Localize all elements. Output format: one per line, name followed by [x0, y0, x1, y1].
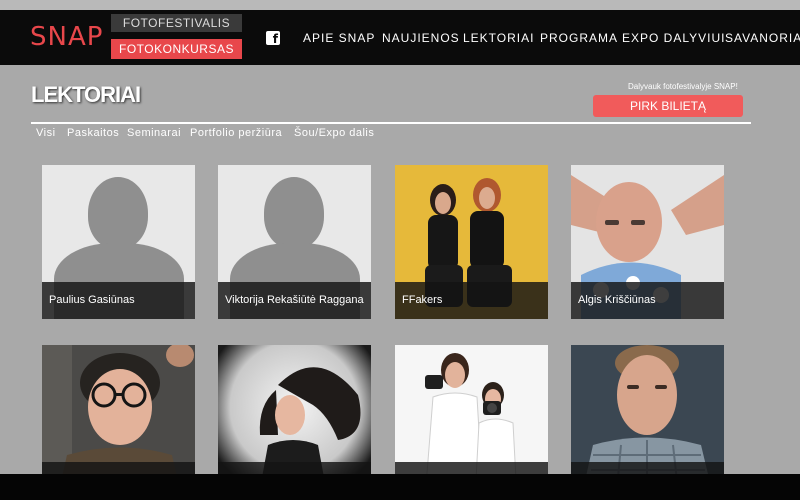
nav-savanoriai[interactable]: SAVANORIAI	[725, 31, 800, 47]
festival-tab[interactable]: FOTOFESTIVALIS	[111, 14, 242, 32]
logo-letter: P	[86, 22, 104, 52]
filter-lectures[interactable]: Paskaitos	[67, 127, 119, 139]
nav-programa[interactable]: PROGRAMA	[540, 31, 618, 47]
promo-text: Dalyvauk fotofestivalyje SNAP!	[628, 82, 738, 91]
speaker-name: Paulius Gasiūnas	[42, 282, 195, 319]
nav-expo-dalyviui[interactable]: EXPO DALYVIUI	[622, 31, 725, 47]
snap-logo[interactable]: SNAP	[30, 18, 102, 56]
title-divider	[31, 122, 751, 124]
speaker-card[interactable]: Paulius Gasiūnas	[42, 165, 195, 319]
speaker-card[interactable]: Viktorija Rekašiūtė Raggana	[218, 165, 371, 319]
site-header: SNAP FOTOFESTIVALIS FOTOKONKURSAS f APIE…	[0, 10, 800, 65]
contest-tab[interactable]: FOTOKONKURSAS	[111, 39, 242, 59]
page-title: LEKTORIAI	[31, 82, 141, 107]
filter-portfolio-review[interactable]: Portfolio peržiūra	[190, 127, 282, 139]
filter-show-expo[interactable]: Šou/Expo dalis	[294, 127, 374, 139]
buy-ticket-button[interactable]: PIRK BILIETĄ	[593, 95, 743, 117]
nav-apie-snap[interactable]: APIE SNAP	[303, 31, 375, 47]
silhouette-head-icon	[88, 177, 148, 249]
filter-seminars[interactable]: Seminarai	[127, 127, 181, 139]
nav-lektoriai[interactable]: LEKTORIAI	[463, 31, 534, 47]
filter-all[interactable]: Visi	[36, 127, 56, 139]
speaker-card[interactable]: Algis Kriščiūnas	[571, 165, 724, 319]
bottom-bar	[0, 474, 800, 500]
silhouette-head-icon	[264, 177, 324, 249]
top-strip	[0, 0, 800, 10]
logo-text: SNA	[30, 22, 87, 52]
speaker-name: FFakers	[395, 282, 548, 319]
speaker-name: Viktorija Rekašiūtė Raggana	[218, 282, 371, 319]
speaker-card[interactable]: FFakers	[395, 165, 548, 319]
facebook-icon[interactable]: f	[266, 31, 280, 45]
speaker-name: Algis Kriščiūnas	[571, 282, 724, 319]
nav-naujienos[interactable]: NAUJIENOS	[382, 31, 460, 47]
